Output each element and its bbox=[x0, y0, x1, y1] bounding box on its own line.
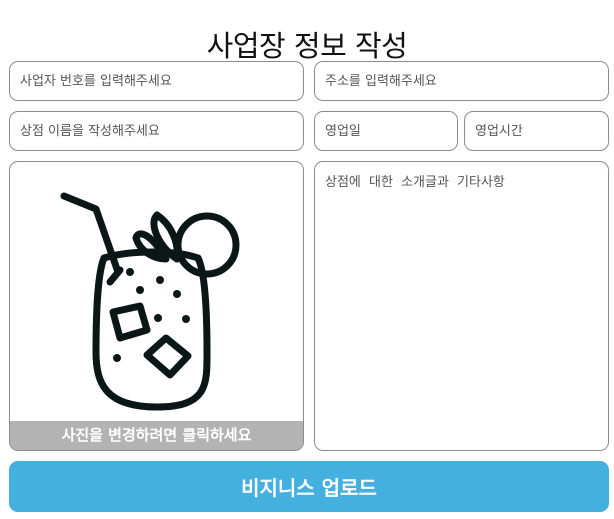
store-name-input[interactable] bbox=[9, 111, 304, 151]
business-number-input[interactable] bbox=[9, 61, 304, 101]
business-upload-button[interactable]: 비지니스 업로드 bbox=[9, 461, 609, 512]
business-days-input[interactable] bbox=[314, 111, 458, 151]
business-hours-input[interactable] bbox=[464, 111, 609, 151]
address-input[interactable] bbox=[314, 61, 609, 101]
store-description-textarea[interactable] bbox=[314, 161, 609, 451]
photo-upload-area[interactable]: 사진을 변경하려면 클릭하세요 bbox=[9, 161, 304, 451]
iced-drink-icon bbox=[60, 192, 240, 411]
photo-change-caption: 사진을 변경하려면 클릭하세요 bbox=[10, 421, 303, 450]
page-title: 사업장 정보 작성 bbox=[206, 29, 408, 64]
